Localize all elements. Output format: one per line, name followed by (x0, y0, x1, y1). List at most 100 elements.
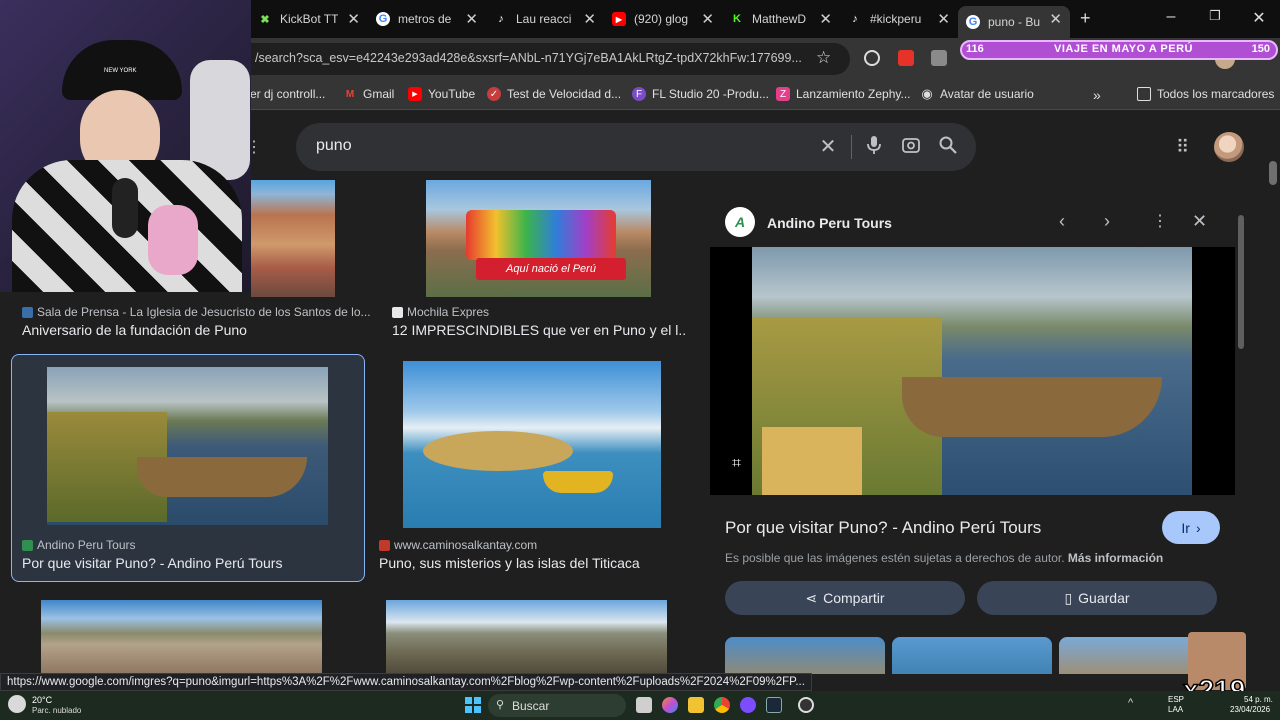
bookmarks-overflow-button[interactable]: » (1093, 87, 1101, 103)
result-source[interactable]: Mochila Expres (392, 305, 489, 319)
address-bar[interactable]: /search?sca_esv=e42243e293ad428e&sxsrf=A… (220, 43, 850, 75)
close-icon[interactable]: ✕ (1049, 10, 1062, 28)
bookmark-speedtest[interactable]: ✓ Test de Velocidad d... (487, 87, 621, 101)
file-explorer-icon[interactable] (688, 697, 704, 713)
lens-icon[interactable] (899, 135, 923, 159)
extension-icon[interactable] (898, 50, 914, 66)
restore-button[interactable]: ❐ (1200, 8, 1230, 24)
obs-icon[interactable] (798, 697, 814, 713)
bookmark-item[interactable]: er dj controll... (250, 87, 325, 101)
weather-desc[interactable]: Parc. nublado (32, 706, 81, 715)
close-icon[interactable]: ✕ (583, 10, 596, 28)
result-title[interactable]: 12 IMPRESCINDIBLES que ver en Puno y el … (392, 322, 687, 338)
go-button[interactable]: Ir › (1162, 511, 1220, 544)
result-title[interactable]: Puno, sus misterios y las islas del Titi… (379, 555, 684, 571)
status-link-url: https://www.google.com/imgres?q=puno&img… (0, 673, 812, 691)
chevron-left-icon[interactable]: ‹ (1059, 211, 1065, 232)
minimize-button[interactable]: – (1156, 8, 1186, 26)
discord-icon[interactable] (740, 697, 756, 713)
extension-icon[interactable] (931, 50, 947, 66)
search-input[interactable]: puno ✕ (296, 123, 976, 171)
share-button[interactable]: ⋖ Compartir (725, 581, 965, 615)
taskbar-search[interactable]: ⚲ Buscar (488, 694, 626, 717)
bookmark-star-icon[interactable]: ☆ (816, 48, 831, 68)
clock-time[interactable]: 54 p. m. (1244, 695, 1273, 704)
youtube-icon: ▶ (408, 87, 422, 101)
copyright-note: Es posible que las imágenes estén sujeta… (725, 551, 1164, 565)
chrome-icon[interactable] (714, 697, 730, 713)
related-image[interactable] (892, 637, 1052, 674)
preview-image[interactable] (752, 247, 1192, 495)
microphone (112, 178, 138, 238)
tab-puno[interactable]: G puno - Bu ✕ (958, 6, 1070, 38)
close-panel-icon[interactable]: ✕ (1192, 211, 1207, 232)
tab-matthew[interactable]: K MatthewD ✕ (722, 6, 840, 32)
chevron-right-icon[interactable]: › (1104, 211, 1110, 232)
result-image[interactable] (386, 600, 667, 674)
steam-icon[interactable] (766, 697, 782, 713)
bookmark-avatar[interactable]: ◉ Avatar de usuario (920, 86, 1034, 101)
input-language[interactable]: ESP (1168, 695, 1184, 704)
google-icon: G (966, 15, 980, 29)
input-language-2[interactable]: LAA (1168, 705, 1183, 714)
windows-start-icon[interactable] (465, 697, 481, 713)
more-info-link[interactable]: Más información (1068, 551, 1163, 565)
result-image[interactable] (41, 600, 322, 674)
result-image[interactable] (47, 367, 328, 525)
result-title[interactable]: Por que visitar Puno? - Andino Perú Tour… (22, 555, 357, 571)
chevron-right-icon: › (1195, 519, 1201, 536)
page-scrollbar[interactable] (1269, 161, 1277, 185)
tab-kickperu[interactable]: ♪ #kickperu ✕ (840, 6, 958, 32)
result-source[interactable]: www.caminosalkantay.com (379, 538, 537, 552)
result-image[interactable]: Aquí nació el Perú (426, 180, 651, 297)
tab-metros[interactable]: G metros de ✕ (368, 6, 486, 32)
site-favicon (379, 539, 390, 551)
related-image[interactable] (1059, 637, 1199, 674)
account-avatar[interactable] (1214, 132, 1244, 162)
weather-icon (8, 695, 26, 713)
panel-scrollbar[interactable] (1238, 215, 1244, 349)
weather-temp[interactable]: 20°C (32, 695, 52, 705)
gmail-icon: M (345, 88, 355, 100)
zephyr-icon: Z (776, 87, 790, 101)
tab-lau[interactable]: ♪ Lau reacci ✕ (486, 6, 604, 32)
close-icon[interactable]: ✕ (819, 10, 832, 28)
panel-site-name[interactable]: Andino Peru Tours (767, 215, 892, 231)
close-icon[interactable]: ✕ (347, 10, 360, 28)
microphone-icon[interactable] (862, 135, 886, 159)
more-options-icon[interactable]: ⋮ (1152, 211, 1168, 231)
clock-date[interactable]: 23/04/2026 (1230, 705, 1270, 714)
reed-boat (902, 377, 1162, 437)
tab-youtube[interactable]: ▶ (920) glog ✕ (604, 6, 722, 32)
apps-grid-icon[interactable]: ⠿ (1176, 137, 1189, 158)
result-source[interactable]: Andino Peru Tours (22, 538, 136, 552)
task-view-icon[interactable] (636, 697, 652, 713)
stream-goal-badge: 116 VIAJE EN MAYO A PERÚ 150 (960, 40, 1278, 60)
result-image[interactable] (403, 361, 661, 528)
close-icon[interactable]: ✕ (701, 10, 714, 28)
youtube-icon: ▶ (612, 12, 626, 26)
tray-chevron-icon[interactable]: ^ (1128, 697, 1133, 709)
address-url: /search?sca_esv=e42243e293ad428e&sxsrf=A… (255, 51, 802, 65)
clear-search-icon[interactable]: ✕ (816, 135, 840, 159)
new-tab-button[interactable]: + (1080, 8, 1091, 29)
result-title[interactable]: Aniversario de la fundación de Puno (22, 322, 362, 338)
search-icon[interactable] (936, 135, 960, 159)
copilot-icon[interactable] (662, 697, 678, 713)
panel-title[interactable]: Por que visitar Puno? - Andino Perú Tour… (725, 518, 1041, 538)
bookmark-gmail[interactable]: M Gmail (343, 87, 395, 101)
result-source[interactable]: Sala de Prensa - La Iglesia de Jesucrist… (22, 305, 371, 319)
window-close-button[interactable]: ✕ (1244, 8, 1274, 28)
all-bookmarks[interactable]: Todos los marcadores (1137, 87, 1274, 101)
bookmark-zephyr[interactable]: Z Lanzamiento Zephy... (776, 87, 911, 101)
bookmark-flstudio[interactable]: F FL Studio 20 -Produ... (632, 87, 769, 101)
save-button[interactable]: ▯ Guardar (977, 581, 1217, 615)
lens-search-icon[interactable]: ⌗ (732, 455, 741, 473)
close-icon[interactable]: ✕ (937, 10, 950, 28)
bookmark-youtube[interactable]: ▶ YouTube (408, 87, 475, 101)
result-image[interactable] (251, 180, 335, 297)
close-icon[interactable]: ✕ (465, 10, 478, 28)
tab-kickbot[interactable]: ✖ KickBot TT ✕ (250, 6, 368, 32)
extension-icon[interactable] (864, 50, 880, 66)
related-image[interactable] (725, 637, 885, 674)
